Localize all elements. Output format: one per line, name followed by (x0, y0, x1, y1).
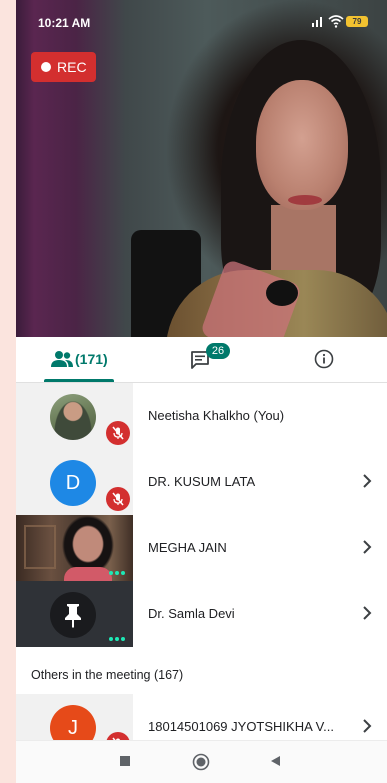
android-nav-bar (16, 740, 387, 783)
info-icon (314, 349, 334, 369)
tab-info[interactable] (264, 337, 387, 382)
headset-mic (266, 280, 298, 306)
participant-thumbnail: D (16, 449, 133, 515)
participant-thumbnail (16, 515, 133, 581)
tab-chat[interactable]: 26 (140, 337, 263, 382)
status-bar: 10:21 AM 79 (16, 0, 387, 40)
avatar (50, 394, 96, 440)
mic-off-icon (106, 487, 130, 511)
chat-unread-badge: 26 (206, 343, 230, 359)
recording-label: REC (57, 59, 87, 75)
record-dot-icon (41, 62, 51, 72)
wifi-icon (328, 15, 344, 28)
avatar (50, 592, 96, 638)
back-button[interactable] (269, 755, 281, 767)
participant-thumbnail (16, 383, 133, 449)
recording-badge: REC (31, 52, 96, 82)
signal-icon (312, 17, 322, 27)
chevron-right-icon[interactable] (361, 539, 373, 555)
participant-name: Dr. Samla Devi (148, 606, 235, 621)
participant-thumbnail (16, 581, 133, 647)
others-section-title: Others in the meeting (167) (31, 668, 184, 682)
participant-row[interactable]: MEGHA JAIN (16, 515, 387, 581)
pin-icon (65, 604, 81, 628)
more-dots-icon (109, 628, 129, 641)
status-time: 10:21 AM (38, 16, 91, 30)
tab-bar: (171) 26 (16, 337, 387, 383)
participant-name: Neetisha Khalkho (You) (148, 408, 285, 423)
mic-off-icon (106, 421, 130, 445)
meet-app: 10:21 AM 79 REC (171) 26 Neetisha Khalkh… (16, 0, 387, 783)
participant-name: DR. KUSUM LATA (148, 474, 256, 489)
participant-row[interactable]: Neetisha Khalkho (You) (16, 383, 387, 449)
participant-row[interactable]: Dr. Samla Devi (16, 581, 387, 647)
battery-icon: 79 (346, 16, 368, 27)
people-icon (51, 351, 73, 367)
more-dots-icon (109, 562, 129, 575)
chevron-right-icon[interactable] (361, 473, 373, 489)
chevron-right-icon[interactable] (361, 605, 373, 621)
participant-name: MEGHA JAIN (148, 540, 227, 555)
main-video-feed[interactable]: 10:21 AM 79 REC (16, 0, 387, 337)
home-button[interactable] (192, 753, 210, 771)
active-tab-indicator (44, 379, 114, 382)
tab-people[interactable]: (171) (16, 337, 139, 382)
people-count: (171) (75, 351, 108, 367)
recents-button[interactable] (119, 755, 131, 767)
participant-row[interactable]: D DR. KUSUM LATA (16, 449, 387, 515)
chevron-right-icon[interactable] (361, 718, 373, 734)
avatar: D (50, 460, 96, 506)
